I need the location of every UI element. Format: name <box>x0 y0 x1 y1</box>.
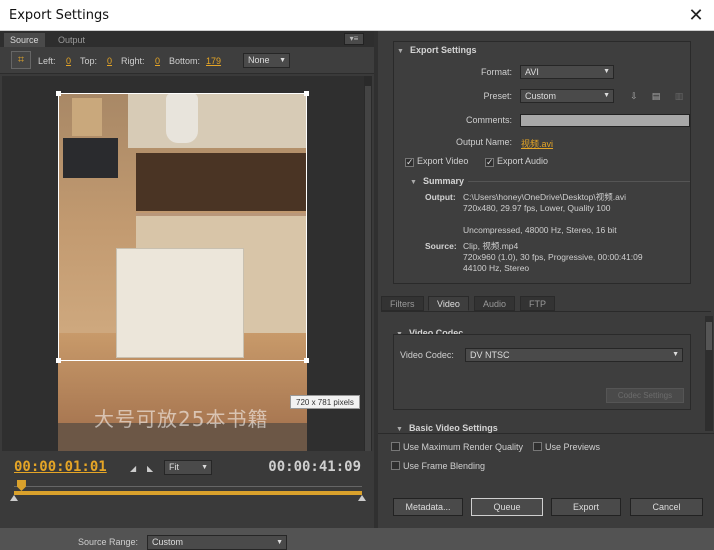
video-codec-dropdown[interactable]: DV NTSC ▼ <box>465 348 683 362</box>
chevron-down-icon: ▼ <box>201 464 208 471</box>
close-icon[interactable]: ✕ <box>686 5 706 25</box>
frame-blending-checkbox[interactable]: Use Frame Blending <box>391 461 485 471</box>
tab-source[interactable]: Source <box>4 33 45 47</box>
export-settings-window: Export Settings ✕ Source Output ▾≡ ⌗ Lef… <box>0 0 714 550</box>
crop-handle[interactable] <box>56 91 61 96</box>
summary-source-text: Clip, 视频.mp4 720x960 (1.0), 30 fps, Progr… <box>463 241 643 273</box>
settings-scrollbar[interactable] <box>705 316 713 431</box>
zoom-dropdown[interactable]: Fit ▼ <box>164 460 212 475</box>
tab-ftp[interactable]: FTP <box>520 296 555 311</box>
export-button[interactable]: Export <box>551 498 621 516</box>
work-area-bar[interactable] <box>14 491 362 495</box>
settings-tabs: Filters Video Audio FTP <box>381 295 711 312</box>
tab-filters[interactable]: Filters <box>381 296 424 311</box>
format-value: AVI <box>525 67 539 77</box>
chevron-down-icon: ▼ <box>603 92 610 99</box>
tab-video[interactable]: Video <box>428 296 469 311</box>
chevron-down-icon: ▼ <box>603 68 610 75</box>
dimension-badge: 720 x 781 pixels <box>290 395 360 409</box>
checkbox-icon <box>533 442 542 451</box>
crop-handle[interactable] <box>304 91 309 96</box>
out-point-marker[interactable] <box>358 495 366 501</box>
checkbox-icon: ✓ <box>485 157 494 167</box>
preview-viewport: 大号可放25本书籍 720 x 781 pixels <box>2 76 364 478</box>
crop-top-label: Top: <box>80 56 98 66</box>
delete-preset-icon[interactable]: ▥ <box>673 91 685 102</box>
video-codec-value: DV NTSC <box>470 350 510 360</box>
chevron-down-icon: ▼ <box>279 57 286 64</box>
preset-value: Custom <box>525 91 557 101</box>
export-settings-header[interactable]: ▼ Export Settings <box>397 45 476 55</box>
crop-icon[interactable]: ⌗ <box>11 51 31 69</box>
output-name-label: Output Name: <box>455 137 512 147</box>
title-bar: Export Settings ✕ <box>0 0 714 31</box>
panel-menu-icon[interactable]: ▾≡ <box>344 33 364 45</box>
collapse-icon: ▼ <box>410 179 417 186</box>
summary-source-label: Source: <box>425 241 457 251</box>
crop-toolbar: ⌗ Left: 0 Top: 0 Right: 0 Bottom: 179 No… <box>0 47 374 74</box>
collapse-icon: ▼ <box>397 48 404 55</box>
checkbox-icon <box>391 461 400 470</box>
tab-audio[interactable]: Audio <box>474 296 516 311</box>
settings-panel: ▼ Export Settings Format: AVI ▼ Preset: Cu… <box>378 31 714 528</box>
source-output-tabs: Source Output ▾≡ <box>0 31 374 47</box>
crop-left-value[interactable]: 0 <box>66 56 71 66</box>
set-in-point-icon[interactable]: ◢ <box>130 464 136 473</box>
codec-settings-button[interactable]: Codec Settings <box>606 388 684 403</box>
preset-dropdown[interactable]: Custom ▼ <box>520 89 614 103</box>
playhead[interactable] <box>16 480 26 491</box>
in-point-marker[interactable] <box>10 495 18 501</box>
format-dropdown[interactable]: AVI ▼ <box>520 65 614 79</box>
use-previews-checkbox[interactable]: Use Previews <box>533 442 600 452</box>
crop-left-label: Left: <box>38 56 56 66</box>
source-range-label: Source Range: <box>78 537 139 547</box>
image-watermark-text: 大号可放25本书籍 <box>94 407 269 431</box>
format-label: Format: <box>480 67 512 77</box>
comments-label: Comments: <box>465 115 512 125</box>
save-preset-icon[interactable]: ⇩ <box>628 91 640 102</box>
window-title: Export Settings <box>9 8 110 23</box>
current-timecode[interactable]: 00:00:01:01 <box>14 459 107 475</box>
chevron-down-icon: ▼ <box>672 351 679 358</box>
duration-timecode: 00:00:41:09 <box>268 459 361 475</box>
output-name-link[interactable]: 视频.avi <box>521 137 553 150</box>
summary-header[interactable]: ▼ Summary <box>410 176 464 186</box>
tab-output[interactable]: Output <box>52 33 91 47</box>
queue-button[interactable]: Queue <box>471 498 543 516</box>
chevron-down-icon: ▼ <box>276 539 283 546</box>
import-preset-icon[interactable]: ▤ <box>650 91 662 102</box>
crop-right-value[interactable]: 0 <box>155 56 160 66</box>
metadata-button[interactable]: Metadata... <box>393 498 463 516</box>
checkbox-icon: ✓ <box>405 157 414 167</box>
preset-label: Preset: <box>483 91 512 101</box>
video-codec-label: Video Codec: <box>400 350 454 360</box>
source-panel: Source Output ▾≡ ⌗ Left: 0 Top: 0 Right:… <box>0 31 374 550</box>
summary-output-label: Output: <box>425 192 456 202</box>
max-render-quality-checkbox[interactable]: Use Maximum Render Quality <box>391 442 523 452</box>
collapse-icon: ▼ <box>396 426 403 433</box>
crop-bottom-label: Bottom: <box>169 56 201 66</box>
crop-handle[interactable] <box>56 358 61 363</box>
crop-handle[interactable] <box>304 358 309 363</box>
crop-right-label: Right: <box>121 56 145 66</box>
crop-top-value[interactable]: 0 <box>107 56 112 66</box>
comments-field[interactable] <box>520 114 690 127</box>
export-audio-checkbox[interactable]: ✓ Export Audio <box>485 156 548 167</box>
source-range-dropdown[interactable]: Custom ▼ <box>147 535 287 550</box>
crop-aspect-value: None <box>248 55 270 65</box>
zoom-value: Fit <box>169 462 179 472</box>
crop-frame[interactable] <box>58 93 307 361</box>
export-video-checkbox[interactable]: ✓ Export Video <box>405 156 468 167</box>
preview-vertical-scrollbar[interactable] <box>364 76 372 478</box>
source-range-value: Custom <box>152 537 184 547</box>
export-settings-group: ▼ Export Settings Format: AVI ▼ Preset: Cu… <box>393 41 691 284</box>
crop-bottom-value[interactable]: 179 <box>206 56 221 66</box>
cancel-button[interactable]: Cancel <box>630 498 703 516</box>
basic-video-settings-header[interactable]: ▼ Basic Video Settings <box>396 423 498 433</box>
summary-output-text: C:\Users\honey\OneDrive\Desktop\视频.avi 72… <box>463 192 626 235</box>
set-out-point-icon[interactable]: ◣ <box>147 464 153 473</box>
checkbox-icon <box>391 442 400 451</box>
timeline-area: 00:00:01:01 ◢ ◣ Fit ▼ 00:00:41:09 Source… <box>0 451 374 550</box>
crop-aspect-dropdown[interactable]: None ▼ <box>243 53 290 68</box>
